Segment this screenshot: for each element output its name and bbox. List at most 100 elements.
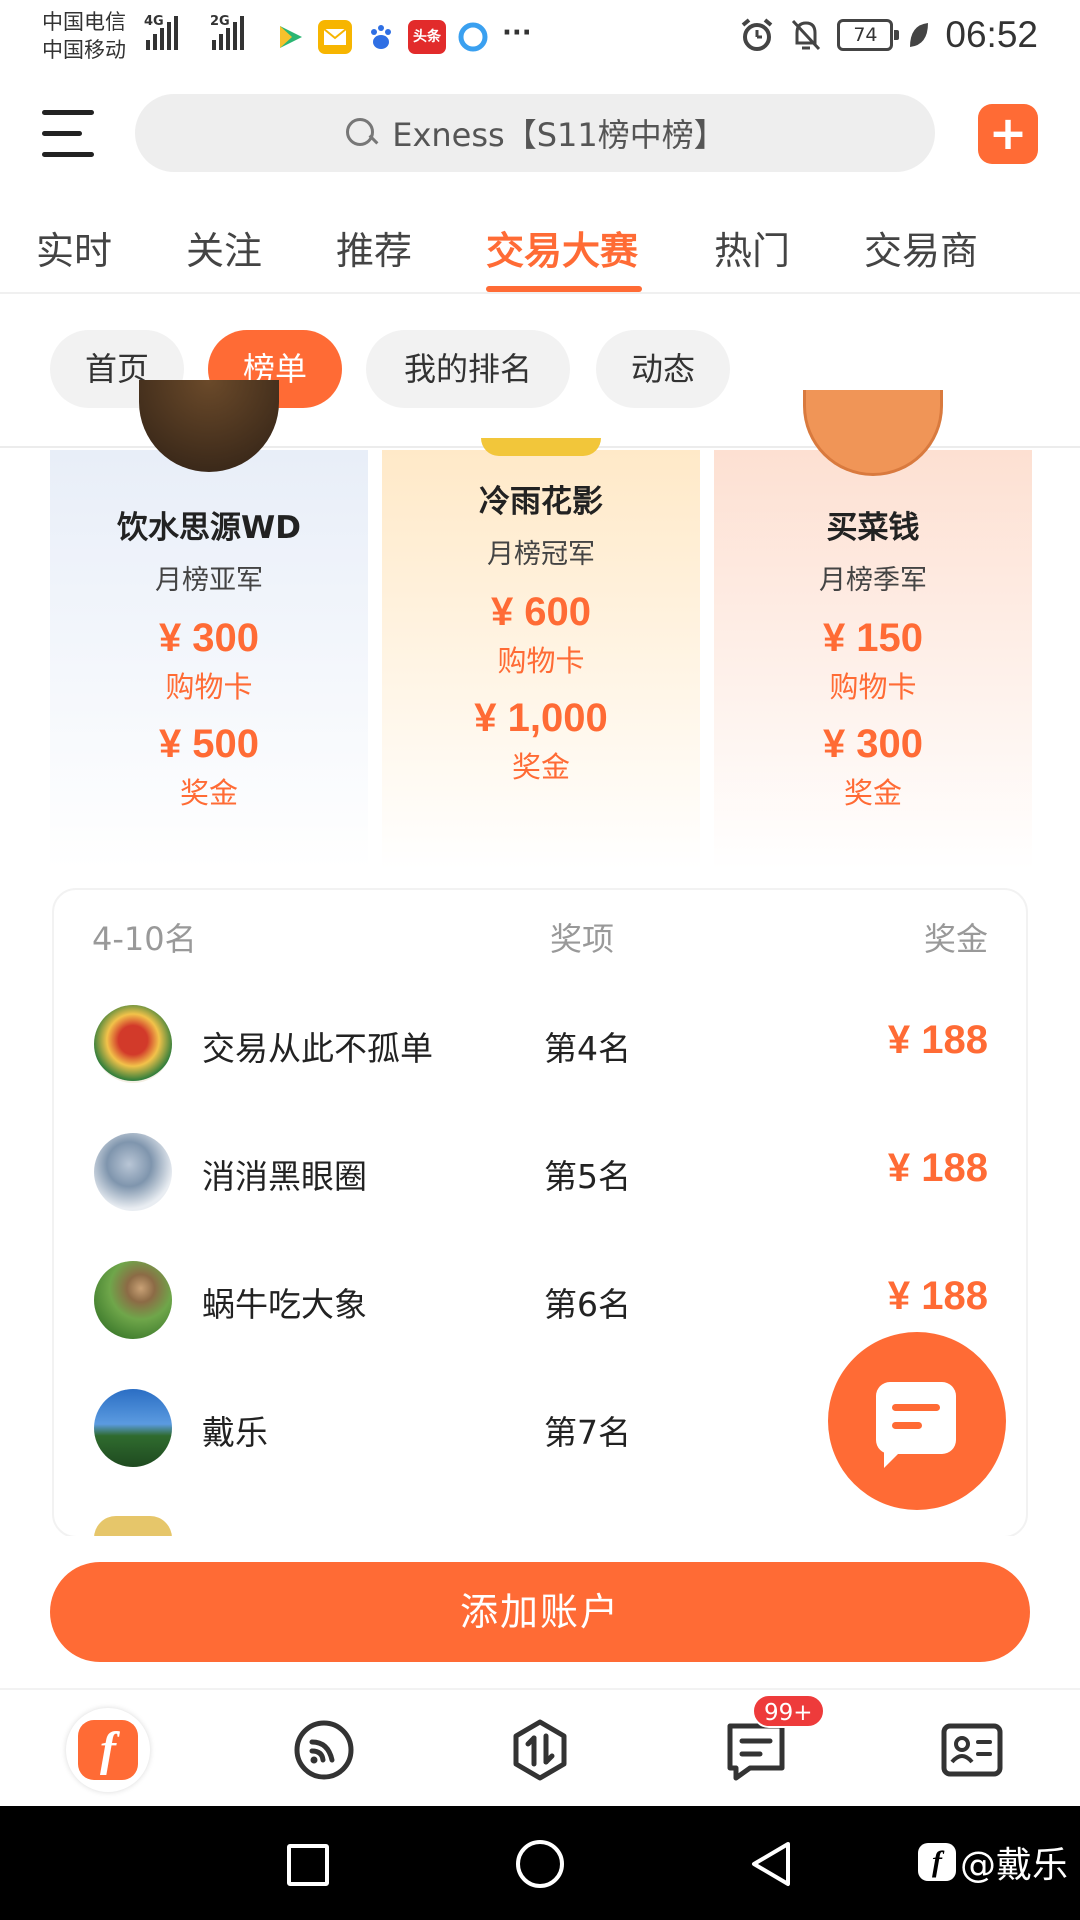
more-notifications: ···: [502, 18, 532, 48]
table-row[interactable]: 消消黑眼圈 第5名 ¥ 188: [54, 1112, 1026, 1240]
bonus-amount: ¥ 500: [158, 722, 260, 766]
avatar: [94, 1005, 172, 1083]
bonus-label: 奖金: [179, 776, 238, 810]
podium-name: 买菜钱: [826, 510, 920, 546]
bonus-label: 奖金: [511, 750, 570, 784]
podium-second[interactable]: 饮水思源WD 月榜亚军 ¥ 300 购物卡 ¥ 500 奖金: [50, 380, 368, 870]
tab-recommend[interactable]: 推荐: [336, 220, 412, 275]
podium-name: 饮水思源WD: [117, 510, 301, 546]
back-icon[interactable]: [748, 1840, 794, 1888]
row-name: 消消黑眼圈: [202, 1157, 367, 1196]
carrier-labels: 中国电信 中国移动: [42, 8, 126, 64]
baidu-app-icon: [364, 20, 398, 54]
search-input[interactable]: Exness【S11榜中榜】: [392, 110, 726, 156]
watermark-text: @戴乐: [959, 1845, 1068, 1886]
podium: 饮水思源WD 月榜亚军 ¥ 300 购物卡 ¥ 500 奖金 冷雨花影 月榜冠军…: [0, 380, 1080, 870]
avatar: [94, 1516, 172, 1538]
chat-fab-button[interactable]: [828, 1332, 1006, 1510]
row-name: 戴乐: [202, 1413, 268, 1452]
avatar: [139, 380, 279, 472]
clock: 06:52: [945, 14, 1038, 55]
row-rank: 第4名: [544, 1029, 631, 1068]
podium-third[interactable]: 买菜钱 月榜季军 ¥ 150 购物卡 ¥ 300 奖金: [714, 390, 1032, 870]
toutiao-app-icon: 头条: [408, 20, 446, 54]
tab-realtime[interactable]: 实时: [36, 220, 112, 275]
main-tabs: 实时 关注 推荐 交易大赛 热门 交易商: [0, 190, 1080, 294]
system-navigation-bar: f @戴乐: [0, 1806, 1080, 1920]
card-label: 购物卡: [497, 644, 585, 678]
bonus-label: 奖金: [843, 776, 902, 810]
nav-trade[interactable]: [498, 1708, 582, 1792]
row-prize: ¥ 188: [887, 1146, 988, 1190]
watermark-logo-icon: f: [917, 1843, 956, 1881]
active-tab-indicator: [486, 286, 642, 292]
avatar: [94, 1389, 172, 1467]
profile-card-icon: [941, 1723, 1003, 1777]
avatar: [803, 390, 943, 476]
avatar: [94, 1261, 172, 1339]
row-rank: 第6名: [544, 1285, 631, 1324]
feed-icon: [294, 1720, 354, 1780]
mail-app-icon: [318, 20, 352, 54]
avatar: [94, 1133, 172, 1211]
podium-first[interactable]: 冷雨花影 月榜冠军 ¥ 600 购物卡 ¥ 1,000 奖金: [382, 438, 700, 870]
table-header: 4-10名 奖项 奖金: [54, 914, 1026, 964]
row-rank: 第7名: [544, 1413, 631, 1452]
search-icon: [344, 116, 378, 150]
row-name: 蜗牛吃大象: [202, 1285, 367, 1324]
table-row[interactable]: 交易从此不孤单 第4名 ¥ 188: [54, 984, 1026, 1112]
recent-apps-icon[interactable]: [287, 1844, 329, 1886]
card-amount: ¥ 600: [490, 590, 592, 634]
battery-icon: 74: [837, 19, 900, 51]
chip-my-rank[interactable]: 我的排名: [366, 330, 570, 408]
header-prize: 奖金: [923, 920, 988, 958]
browser-app-icon: [456, 20, 490, 54]
bonus-amount: ¥ 300: [822, 722, 924, 766]
nav-home[interactable]: f: [66, 1708, 150, 1792]
card-amount: ¥ 300: [158, 616, 260, 660]
home-icon[interactable]: [516, 1840, 564, 1888]
chat-icon: [876, 1382, 956, 1468]
video-app-icon: [272, 20, 306, 54]
podium-title: 月榜亚军: [155, 565, 263, 596]
row-prize: ¥ 188: [887, 1018, 988, 1062]
podium-title: 月榜季军: [819, 565, 927, 596]
nav-feed[interactable]: [282, 1708, 366, 1792]
card-amount: ¥ 150: [822, 616, 924, 660]
card-label: 购物卡: [165, 670, 253, 704]
header: Exness【S11榜中榜】 +: [0, 80, 1080, 190]
add-button[interactable]: +: [978, 104, 1038, 164]
menu-icon[interactable]: [42, 110, 94, 160]
row-rank: 第5名: [544, 1157, 631, 1196]
tab-hot[interactable]: 热门: [714, 220, 790, 275]
header-award: 奖项: [550, 920, 615, 958]
add-account-bar: 添加账户: [0, 1536, 1080, 1688]
header-range: 4-10名: [92, 920, 197, 958]
signal-icon: [212, 16, 244, 50]
tab-trading-contest[interactable]: 交易大赛: [486, 220, 638, 275]
avatar: [481, 438, 601, 456]
bonus-amount: ¥ 1,000: [474, 696, 608, 740]
bottom-nav: f 99+: [0, 1688, 1080, 1806]
nav-profile[interactable]: [930, 1708, 1014, 1792]
tab-brokers[interactable]: 交易商: [864, 220, 978, 275]
status-bar: 中国电信 中国移动 4G 2G 头条 ··· 74 06:52: [0, 0, 1080, 80]
mute-bell-icon: [792, 19, 821, 51]
tab-follow[interactable]: 关注: [186, 220, 262, 275]
row-name: 交易从此不孤单: [202, 1029, 433, 1068]
home-logo-icon: f: [78, 1720, 138, 1780]
carrier-2: 中国移动: [42, 38, 126, 62]
signal-icon: [146, 16, 178, 50]
carrier-1: 中国电信: [42, 10, 126, 34]
row-prize: ¥ 188: [887, 1274, 988, 1318]
nav-messages[interactable]: 99+: [714, 1694, 825, 1792]
podium-name: 冷雨花影: [479, 484, 603, 520]
messages-badge: 99+: [752, 1694, 825, 1728]
leaf-icon: [910, 23, 929, 47]
alarm-icon: [742, 18, 773, 51]
chip-activity[interactable]: 动态: [596, 330, 730, 408]
search-bar[interactable]: Exness【S11榜中榜】: [135, 94, 935, 172]
add-account-button[interactable]: 添加账户: [50, 1562, 1030, 1662]
podium-title: 月榜冠军: [487, 539, 595, 570]
watermark: f @戴乐: [917, 1836, 1068, 1888]
